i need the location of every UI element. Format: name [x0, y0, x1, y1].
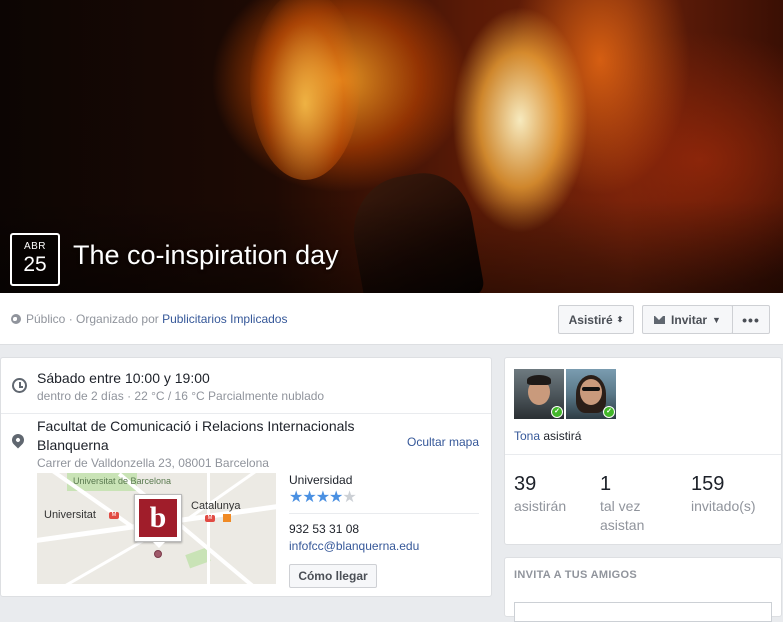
mail-icon [654, 315, 666, 324]
map-label-park: Universitat de Barcelona [73, 476, 172, 486]
map-location-dot [154, 550, 162, 558]
event-day: 25 [23, 253, 47, 276]
invite-friends-title: INVITA A TUS AMIGOS [514, 569, 638, 581]
avatar-glasses [582, 387, 600, 391]
sort-icon: ⬍ [616, 314, 624, 324]
invite-button-label: Invitar [671, 312, 708, 327]
invite-button[interactable]: Invitar ▼ [642, 305, 733, 334]
stat-label: asistirán [514, 498, 567, 514]
event-info-bar: Público · Organizado por Publicitarios I… [0, 293, 783, 345]
invite-friends-input[interactable] [514, 602, 772, 622]
guests-card: ✓ ✓ Tona asistirá 39 asistirán 1 tal vez… [504, 357, 782, 545]
organized-by-label: · Organizado por [65, 312, 163, 326]
clock-icon [12, 378, 27, 393]
star-filled-icon: ★ [302, 489, 316, 506]
blanquerna-logo: b [139, 499, 177, 537]
more-icon: ••• [742, 311, 760, 328]
rating-stars: ★★★★★ [289, 487, 357, 507]
stat-label: invitado(s) [691, 498, 756, 514]
stat-number: 1 [600, 473, 612, 495]
place-type: Universidad [289, 473, 353, 487]
event-title: The co-inspiration day [73, 240, 339, 270]
map-label-university: Universitat [44, 509, 96, 521]
map-marker-logo[interactable]: b [134, 494, 182, 542]
divider [505, 454, 781, 455]
location-map[interactable]: Universitat de Barcelona Universitat M C… [37, 473, 276, 584]
more-options-button[interactable]: ••• [732, 305, 770, 334]
event-time: Sábado entre 10:00 y 19:00 [37, 370, 210, 386]
place-name-link[interactable]: Facultat de Comunicació i Relacions Inte… [37, 417, 387, 455]
going-button[interactable]: Asistiré ⬍ [558, 305, 634, 334]
avatar-hair [527, 375, 551, 385]
privacy-label: Público [26, 312, 66, 326]
place-address: Carrer de Valldonzella 23, 08001 Barcelo… [37, 456, 269, 470]
map-road [207, 473, 210, 584]
directions-button[interactable]: Cómo llegar [289, 564, 377, 588]
friend-avatar[interactable]: ✓ [566, 369, 616, 419]
going-check-icon: ✓ [603, 406, 615, 418]
metro-icon: M [205, 515, 215, 522]
star-filled-icon: ★ [315, 489, 330, 506]
stat-number: 159 [691, 473, 725, 495]
friend-attending: Tona asistirá [514, 429, 581, 443]
organizer-link[interactable]: Publicitarios Implicados [162, 312, 287, 326]
train-icon [223, 514, 231, 522]
event-privacy-line: Público · Organizado por Publicitarios I… [11, 312, 287, 326]
friend-status: asistirá [540, 429, 582, 443]
place-email-link[interactable]: infofcc@blanquerna.edu [289, 539, 419, 553]
stat-number: 39 [514, 473, 537, 495]
invite-friends-card: INVITA A TUS AMIGOS [504, 557, 782, 622]
cover-flame [250, 0, 360, 180]
event-date-badge: ABR 25 [10, 233, 60, 286]
event-time-row: Sábado entre 10:00 y 19:00 dentro de 2 d… [1, 358, 491, 414]
event-weather: dentro de 2 días · 22 °C / 16 °C Parcial… [37, 389, 325, 403]
star-filled-icon: ★ [329, 489, 343, 506]
map-label-catalunya: Catalunya [191, 500, 241, 512]
stat-going[interactable]: 39 asistirán [514, 473, 594, 516]
metro-icon: M [109, 512, 119, 519]
hide-map-link[interactable]: Ocultar mapa [407, 435, 479, 449]
caret-down-icon: ▼ [712, 314, 721, 325]
globe-icon [11, 314, 21, 324]
cover-photo: ABR 25 The co-inspiration day [0, 0, 783, 293]
stat-maybe[interactable]: 1 tal vez asistan [600, 473, 680, 535]
event-month: ABR [23, 241, 47, 252]
map-marker-tail [153, 542, 165, 548]
star-empty-icon: ★ [342, 489, 356, 506]
friend-avatar[interactable]: ✓ [514, 369, 564, 419]
place-phone: 932 53 31 08 [289, 522, 360, 536]
star-filled-icon: ★ [289, 489, 303, 506]
stat-label: tal vez asistan [600, 498, 645, 533]
divider [289, 513, 479, 514]
going-button-label: Asistiré [568, 312, 613, 327]
stat-invited[interactable]: 159 invitado(s) [691, 473, 771, 516]
event-details-card: Sábado entre 10:00 y 19:00 dentro de 2 d… [0, 357, 492, 597]
avatar-face [580, 379, 602, 405]
location-pin-icon [9, 431, 27, 449]
going-check-icon: ✓ [551, 406, 563, 418]
friend-name-link[interactable]: Tona [514, 429, 540, 443]
